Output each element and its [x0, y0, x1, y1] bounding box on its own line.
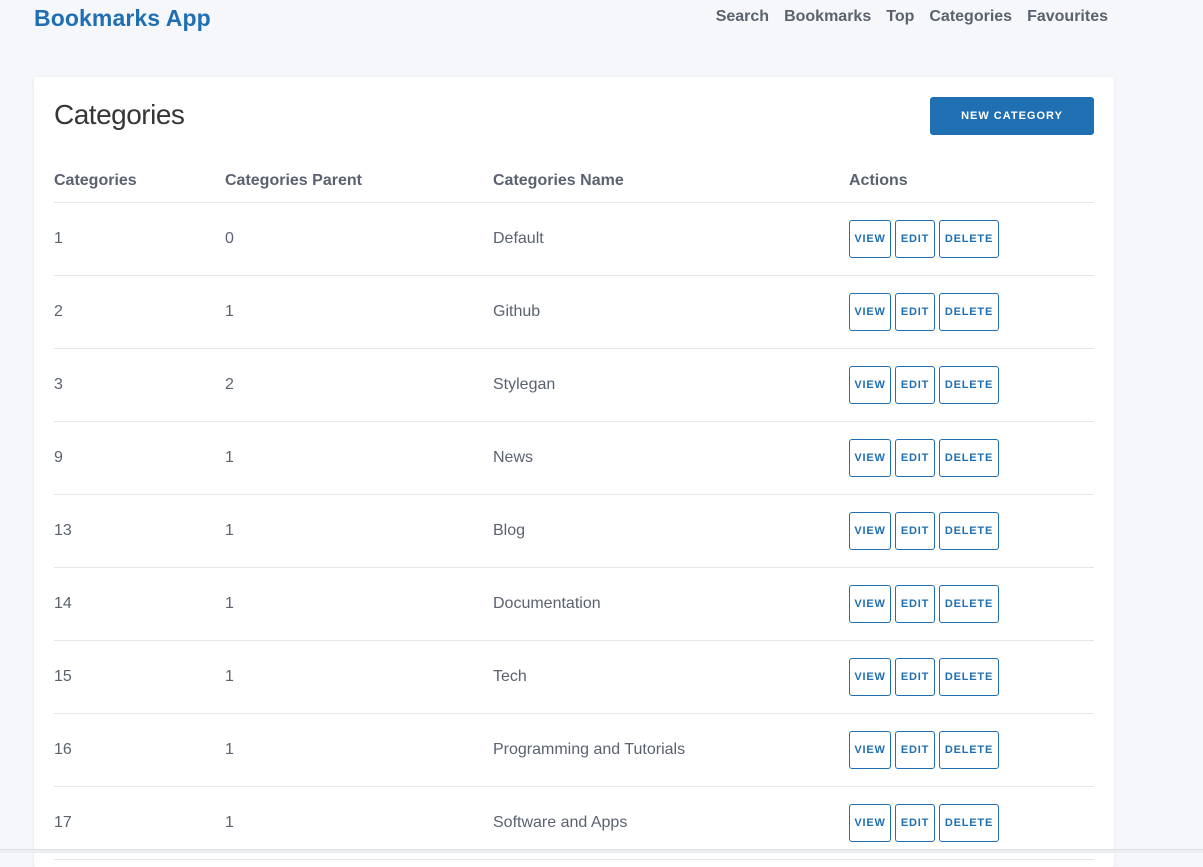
- cell-category-id: 17: [54, 814, 72, 831]
- cell-category-id: 9: [54, 449, 63, 466]
- table-row: 13 1 Blog VIEW EDIT DELETE: [54, 495, 1094, 568]
- column-header-name: Categories Name: [493, 171, 624, 189]
- cell-actions: VIEW EDIT DELETE: [849, 293, 1094, 331]
- edit-button[interactable]: EDIT: [895, 220, 935, 258]
- cell-parent-id: 0: [225, 230, 234, 247]
- table-row: 2 1 Github VIEW EDIT DELETE: [54, 276, 1094, 349]
- view-button[interactable]: VIEW: [849, 220, 891, 258]
- table-row: 1 0 Default VIEW EDIT DELETE: [54, 203, 1094, 276]
- nav-link-categories[interactable]: Categories: [929, 8, 1012, 26]
- categories-card: Categories NEW CATEGORY Categories Categ…: [34, 77, 1114, 867]
- delete-button[interactable]: DELETE: [939, 512, 999, 550]
- cell-actions: VIEW EDIT DELETE: [849, 439, 1094, 477]
- cell-parent-id: 2: [225, 376, 234, 393]
- cell-category-name: Default: [493, 230, 544, 247]
- cell-category-id: 1: [54, 230, 63, 247]
- edit-button[interactable]: EDIT: [895, 585, 935, 623]
- cell-parent-id: 1: [225, 303, 234, 320]
- cell-actions: VIEW EDIT DELETE: [849, 658, 1094, 696]
- edit-button[interactable]: EDIT: [895, 293, 935, 331]
- cell-parent-id: 1: [225, 741, 234, 758]
- cell-category-name: Stylegan: [493, 376, 556, 393]
- view-button[interactable]: VIEW: [849, 731, 891, 769]
- column-header-parent: Categories Parent: [225, 171, 362, 189]
- table-row: 16 1 Programming and Tutorials VIEW EDIT DELE…: [54, 714, 1094, 787]
- cell-category-id: 13: [54, 522, 72, 539]
- cell-category-name: Software and Apps: [493, 814, 628, 831]
- table-header: Categories Categories Parent Categories …: [54, 159, 1094, 203]
- new-category-button[interactable]: NEW CATEGORY: [930, 97, 1094, 135]
- cell-actions: VIEW EDIT DELETE: [849, 585, 1094, 623]
- delete-button[interactable]: DELETE: [939, 804, 999, 842]
- edit-button[interactable]: EDIT: [895, 731, 935, 769]
- cell-actions: VIEW EDIT DELETE: [849, 366, 1094, 404]
- edit-button[interactable]: EDIT: [895, 658, 935, 696]
- cell-category-name: Tech: [493, 668, 527, 685]
- cell-category-id: 3: [54, 376, 63, 393]
- cell-actions: VIEW EDIT DELETE: [849, 220, 1094, 258]
- table-row: 9 1 News VIEW EDIT DELETE: [54, 422, 1094, 495]
- cell-category-id: 15: [54, 668, 72, 685]
- nav-link-top[interactable]: Top: [886, 8, 914, 26]
- nav-link-bookmarks[interactable]: Bookmarks: [784, 8, 871, 26]
- delete-button[interactable]: DELETE: [939, 439, 999, 477]
- cell-category-name: Blog: [493, 522, 526, 539]
- table-body: 1 0 Default VIEW EDIT DELETE 2 1 Github VIEW EDIT D…: [54, 203, 1094, 860]
- brand-logo-link[interactable]: Bookmarks App: [34, 5, 211, 32]
- view-button[interactable]: VIEW: [849, 658, 891, 696]
- column-header-categories: Categories: [54, 171, 137, 189]
- cell-parent-id: 1: [225, 668, 234, 685]
- cell-category-id: 2: [54, 303, 63, 320]
- cell-category-id: 16: [54, 741, 72, 758]
- table-row: 3 2 Stylegan VIEW EDIT DELETE: [54, 349, 1094, 422]
- delete-button[interactable]: DELETE: [939, 220, 999, 258]
- page-title: Categories: [54, 99, 185, 130]
- cell-category-name: Programming and Tutorials: [493, 741, 686, 758]
- nav-link-favourites[interactable]: Favourites: [1027, 8, 1108, 26]
- edit-button[interactable]: EDIT: [895, 804, 935, 842]
- table-row: 14 1 Documentation VIEW EDIT DELETE: [54, 568, 1094, 641]
- cell-actions: VIEW EDIT DELETE: [849, 731, 1094, 769]
- delete-button[interactable]: DELETE: [939, 293, 999, 331]
- view-button[interactable]: VIEW: [849, 585, 891, 623]
- main-nav: Search Bookmarks Top Categories Favourit…: [716, 8, 1108, 26]
- view-button[interactable]: VIEW: [849, 366, 891, 404]
- cell-category-id: 14: [54, 595, 72, 612]
- cell-parent-id: 1: [225, 449, 234, 466]
- edit-button[interactable]: EDIT: [895, 512, 935, 550]
- cell-category-name: Github: [493, 303, 541, 320]
- view-button[interactable]: VIEW: [849, 512, 891, 550]
- cell-category-name: News: [493, 449, 534, 466]
- cell-actions: VIEW EDIT DELETE: [849, 804, 1094, 842]
- cell-category-name: Documentation: [493, 595, 601, 612]
- delete-button[interactable]: DELETE: [939, 658, 999, 696]
- top-navbar: Bookmarks App Search Bookmarks Top Categ…: [0, 0, 1203, 40]
- column-header-actions: Actions: [849, 171, 908, 189]
- edit-button[interactable]: EDIT: [895, 366, 935, 404]
- delete-button[interactable]: DELETE: [939, 366, 999, 404]
- delete-button[interactable]: DELETE: [939, 585, 999, 623]
- edit-button[interactable]: EDIT: [895, 439, 935, 477]
- view-button[interactable]: VIEW: [849, 439, 891, 477]
- table-row: 15 1 Tech VIEW EDIT DELETE: [54, 641, 1094, 714]
- window-bottom-edge: [0, 849, 1203, 853]
- view-button[interactable]: VIEW: [849, 293, 891, 331]
- cell-actions: VIEW EDIT DELETE: [849, 512, 1094, 550]
- delete-button[interactable]: DELETE: [939, 731, 999, 769]
- view-button[interactable]: VIEW: [849, 804, 891, 842]
- nav-link-search[interactable]: Search: [716, 8, 769, 26]
- cell-parent-id: 1: [225, 814, 234, 831]
- cell-parent-id: 1: [225, 522, 234, 539]
- categories-table: Categories Categories Parent Categories …: [54, 159, 1094, 860]
- cell-parent-id: 1: [225, 595, 234, 612]
